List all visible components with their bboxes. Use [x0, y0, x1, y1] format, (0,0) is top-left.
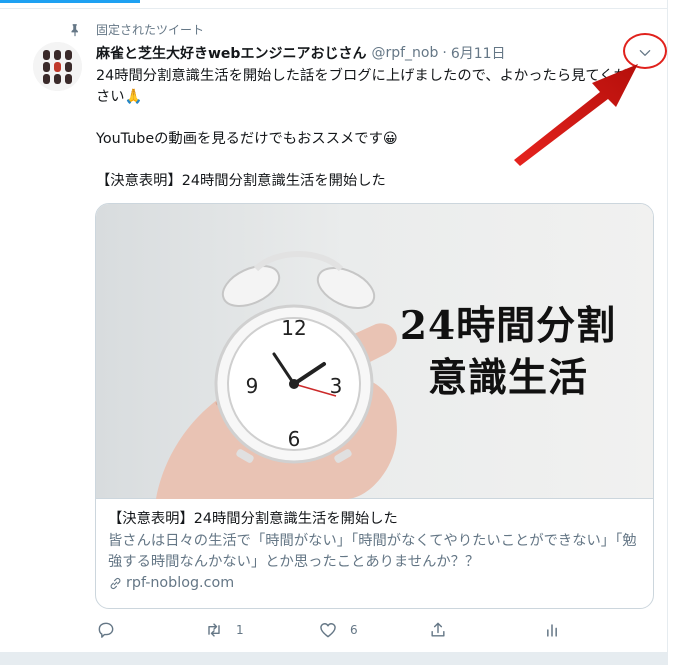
pinned-tweet-label: 固定されたツイート — [68, 21, 204, 38]
retweet-count: 1 — [236, 623, 244, 637]
retweet-button[interactable]: 1 — [204, 620, 244, 640]
caption-line-2: 意識生活 — [427, 355, 588, 401]
share-button[interactable] — [428, 620, 448, 640]
heart-icon — [320, 623, 336, 638]
card-image-caption: 24時間分割 意識生活 — [388, 300, 628, 404]
pinned-text: 固定されたツイート — [96, 23, 205, 37]
card-text: 【決意表明】24時間分割意識生活を開始した 皆さんは日々の生活で「時間がない」「… — [108, 509, 643, 591]
divider — [0, 8, 668, 9]
more-options-button[interactable] — [630, 40, 660, 66]
like-button[interactable]: 6 — [318, 620, 358, 640]
user-handle[interactable]: @rpf_nob — [371, 45, 438, 61]
tweet-header: 麻雀と芝生大好きwebエンジニアおじさん @rpf_nob · 6月11日 — [96, 43, 506, 63]
card-description: 皆さんは日々の生活で「時間がない」「時間がなくてやりたいことができない」「勉強す… — [108, 533, 637, 570]
share-icon — [431, 622, 445, 637]
chevron-down-icon — [639, 50, 651, 56]
like-count: 6 — [350, 623, 358, 637]
card-title: 【決意表明】24時間分割意識生活を開始した — [108, 511, 398, 527]
tweet-text: 24時間分割意識生活を開始した話をブログに上げましたので、よかったら見てください… — [96, 68, 628, 189]
display-name[interactable]: 麻雀と芝生大好きwebエンジニアおじさん — [96, 43, 366, 63]
separator-dot: · — [442, 45, 447, 61]
svg-text:9: 9 — [246, 374, 259, 398]
card-domain: rpf-noblog.com — [108, 575, 643, 591]
timeline-separator — [0, 652, 668, 665]
avatar-image — [33, 42, 82, 91]
svg-text:12: 12 — [281, 316, 306, 340]
active-tab-indicator — [0, 0, 140, 3]
tweet-date[interactable]: 6月11日 — [451, 43, 506, 63]
link-icon — [110, 577, 121, 589]
pin-icon — [71, 23, 78, 36]
avatar[interactable] — [33, 42, 82, 91]
card-domain-text: rpf-noblog.com — [126, 575, 235, 591]
card-image: 12 3 6 9 24時間分割 意識生活 — [96, 204, 653, 499]
caption-line-1: 24時間分割 — [399, 303, 617, 349]
analytics-icon — [547, 624, 557, 637]
column-border — [667, 0, 668, 665]
retweet-icon — [208, 623, 220, 637]
analytics-button[interactable] — [542, 620, 562, 640]
reply-icon — [98, 622, 114, 638]
tweet-actions: 1 6 — [96, 620, 566, 644]
svg-text:6: 6 — [288, 427, 301, 451]
link-card[interactable]: 12 3 6 9 24時間分割 意識生活 【決意表明】24時間分割意識生活を開始… — [95, 203, 654, 609]
reply-button[interactable] — [96, 620, 128, 640]
